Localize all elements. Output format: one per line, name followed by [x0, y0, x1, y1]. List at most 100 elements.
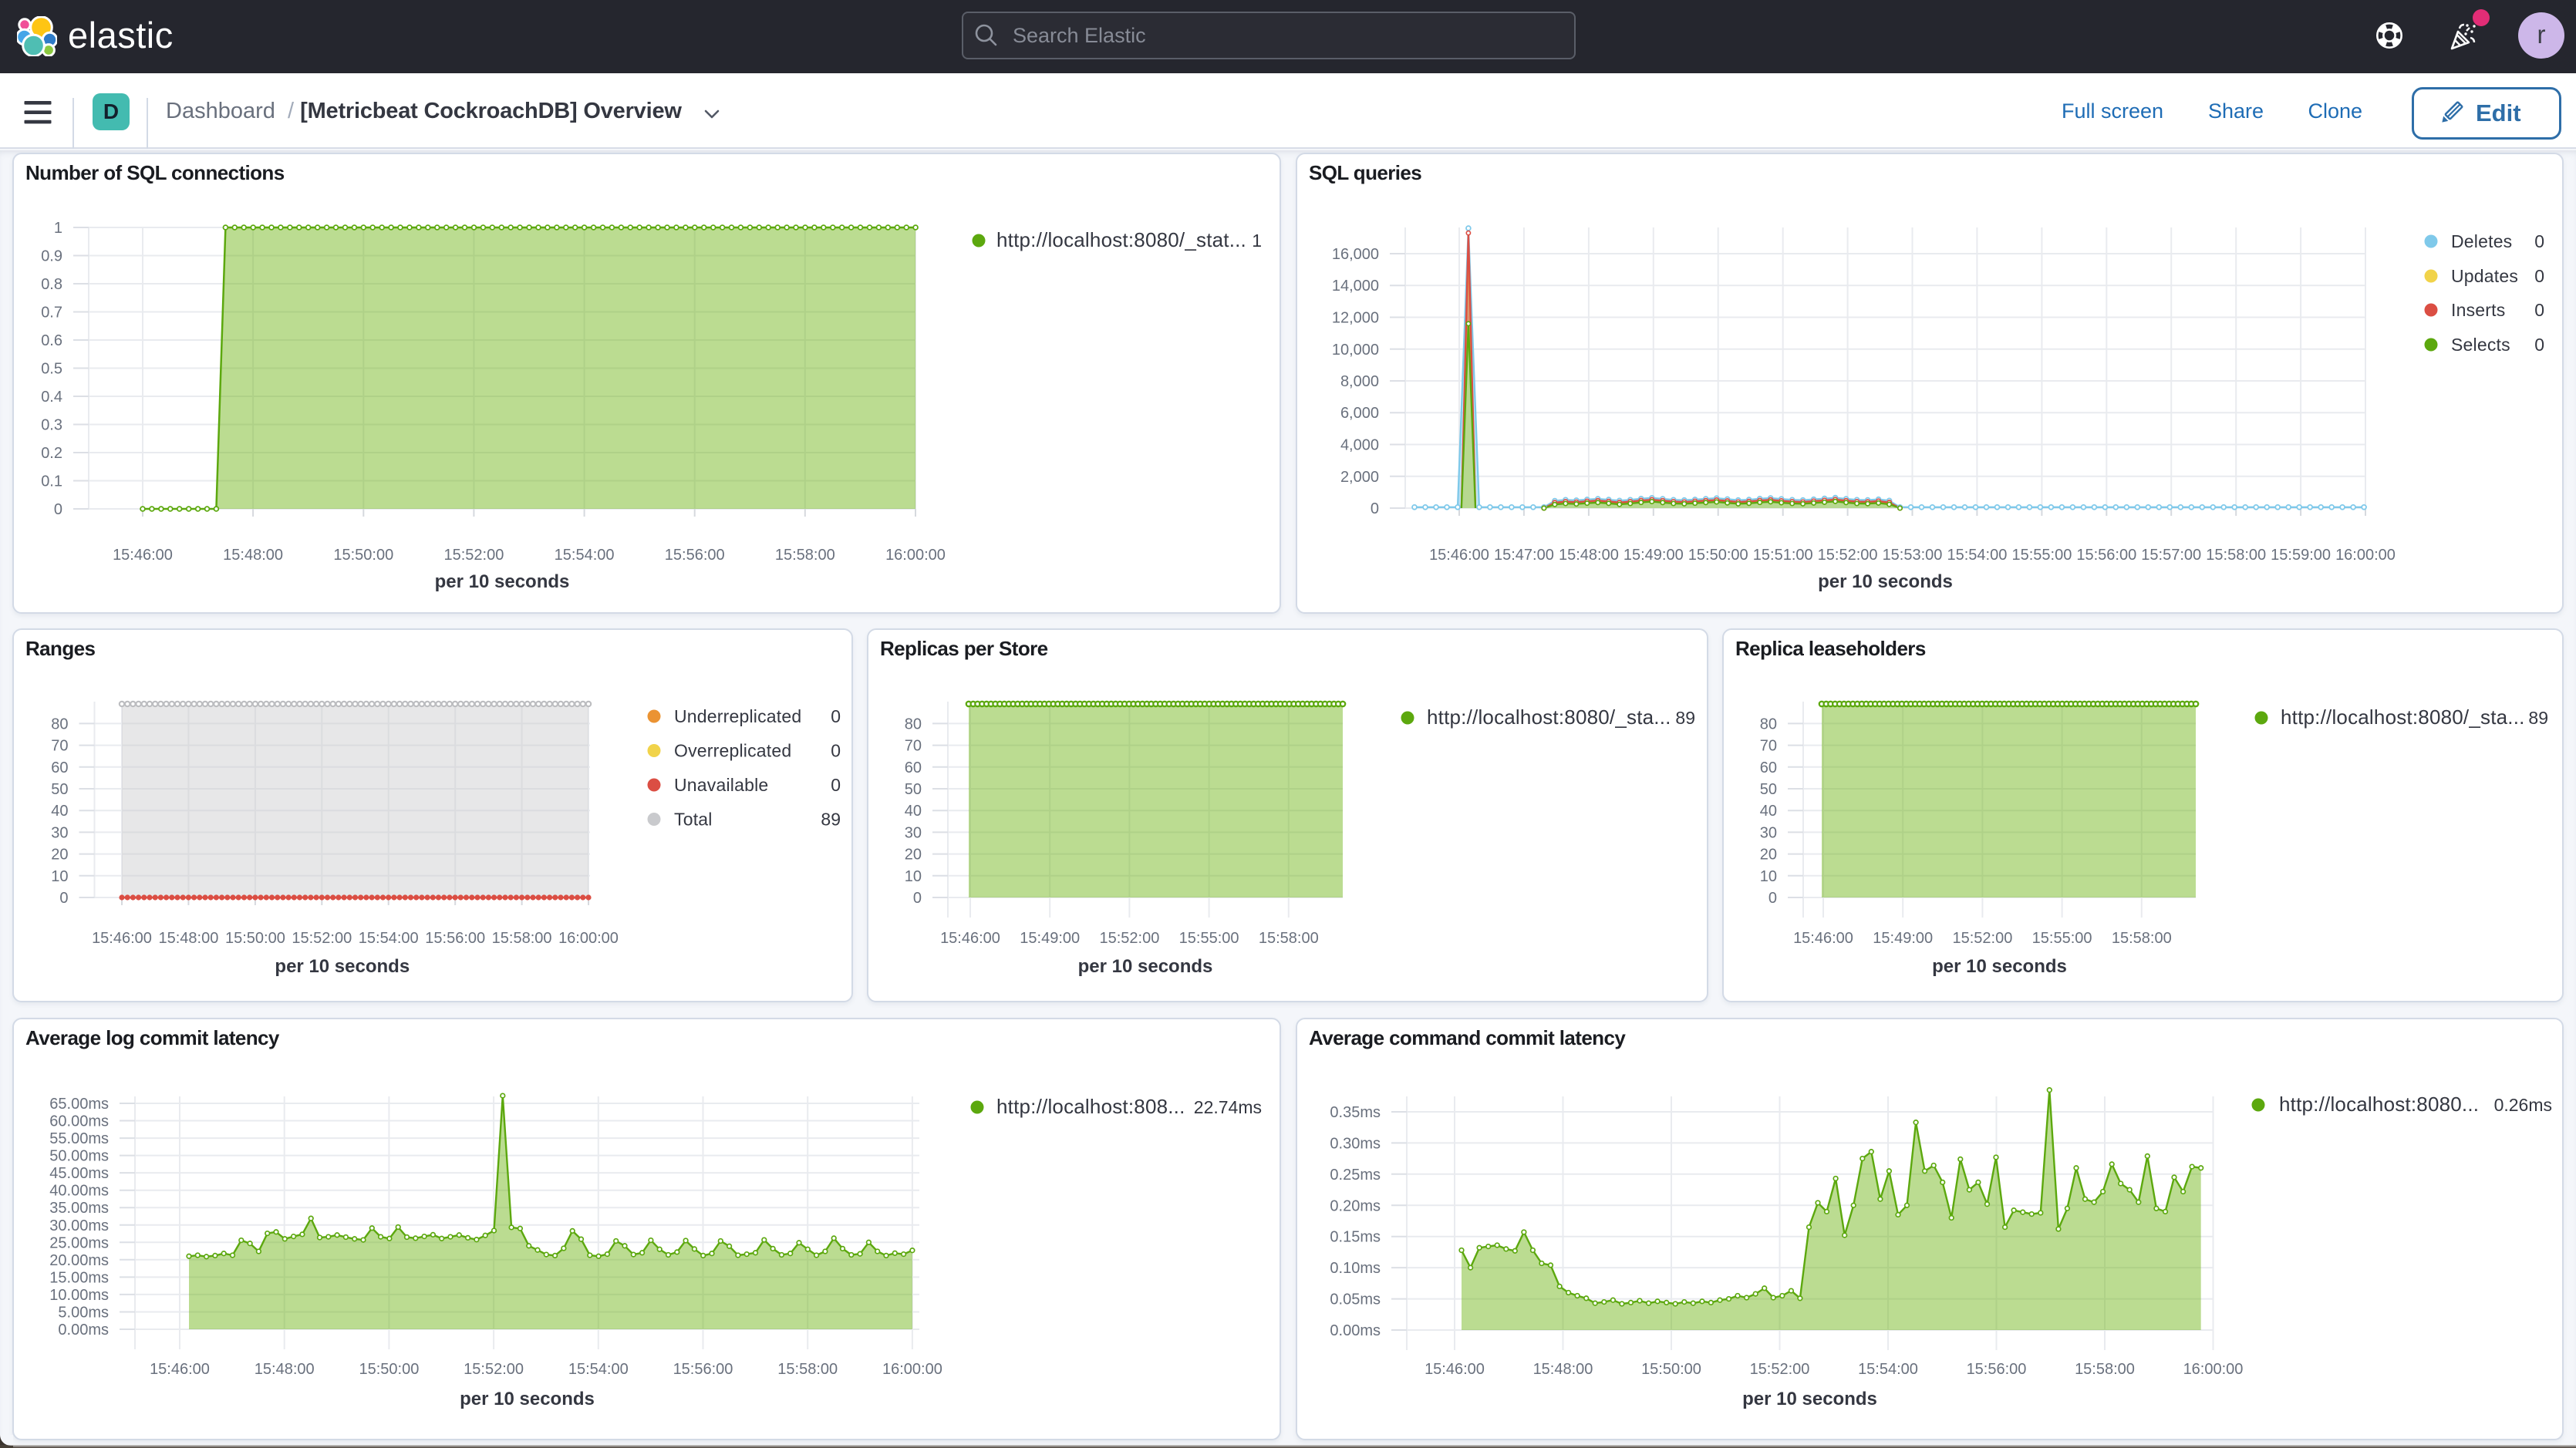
svg-text:40: 40: [51, 803, 68, 820]
svg-text:15:50:00: 15:50:00: [359, 1361, 419, 1378]
svg-text:0.4: 0.4: [41, 389, 62, 406]
svg-text:15:46:00: 15:46:00: [1429, 547, 1489, 564]
svg-text:15:49:00: 15:49:00: [1623, 547, 1684, 564]
svg-text:25.00ms: 25.00ms: [49, 1234, 109, 1251]
svg-text:http://localhost:8080/_stat...: http://localhost:8080/_stat...: [996, 228, 1246, 251]
svg-text:15:48:00: 15:48:00: [223, 547, 283, 564]
svg-text:0.25ms: 0.25ms: [1330, 1167, 1381, 1184]
svg-text:10.00ms: 10.00ms: [49, 1287, 109, 1304]
svg-text:15:58:00: 15:58:00: [1259, 930, 1319, 947]
svg-text:15:52:00: 15:52:00: [464, 1361, 524, 1378]
svg-text:35.00ms: 35.00ms: [49, 1200, 109, 1217]
svg-text:15:54:00: 15:54:00: [568, 1361, 629, 1378]
svg-text:15:46:00: 15:46:00: [1793, 930, 1853, 947]
svg-text:60: 60: [51, 759, 68, 776]
svg-text:0: 0: [831, 741, 841, 761]
svg-text:60: 60: [905, 759, 922, 776]
svg-text:15:46:00: 15:46:00: [150, 1361, 210, 1378]
svg-text:12,000: 12,000: [1332, 310, 1379, 327]
svg-text:15:56:00: 15:56:00: [1967, 1361, 2027, 1378]
svg-text:0.7: 0.7: [41, 305, 62, 322]
svg-text:55.00ms: 55.00ms: [49, 1130, 109, 1147]
svg-text:60: 60: [1760, 759, 1777, 776]
svg-text:0.05ms: 0.05ms: [1330, 1291, 1381, 1308]
svg-text:0: 0: [54, 501, 62, 518]
svg-text:40: 40: [905, 803, 922, 820]
svg-text:per 10 seconds: per 10 seconds: [1742, 1389, 1877, 1409]
svg-text:0.6: 0.6: [41, 332, 62, 349]
svg-text:http://localhost:8080/_sta...: http://localhost:8080/_sta...: [2281, 705, 2525, 729]
svg-text:50: 50: [905, 781, 922, 798]
svg-text:10: 10: [905, 868, 922, 885]
svg-text:30.00ms: 30.00ms: [49, 1217, 109, 1234]
svg-text:15:46:00: 15:46:00: [940, 930, 1000, 947]
svg-text:15:54:00: 15:54:00: [359, 930, 419, 947]
svg-text:80: 80: [905, 716, 922, 732]
svg-text:89: 89: [1675, 708, 1695, 728]
svg-text:45.00ms: 45.00ms: [49, 1165, 109, 1182]
svg-text:0: 0: [831, 706, 841, 726]
svg-text:15:52:00: 15:52:00: [1818, 547, 1878, 564]
svg-text:15:54:00: 15:54:00: [555, 547, 615, 564]
svg-text:30: 30: [905, 824, 922, 841]
svg-text:15:56:00: 15:56:00: [425, 930, 485, 947]
svg-text:0.00ms: 0.00ms: [58, 1322, 109, 1339]
svg-text:15:58:00: 15:58:00: [777, 1361, 838, 1378]
svg-text:15:49:00: 15:49:00: [1873, 930, 1933, 947]
svg-text:50: 50: [1760, 781, 1777, 798]
svg-text:0: 0: [2534, 231, 2544, 251]
svg-text:8,000: 8,000: [1340, 373, 1379, 390]
svg-text:70: 70: [51, 738, 68, 755]
svg-text:70: 70: [905, 738, 922, 755]
svg-text:89: 89: [821, 810, 841, 830]
svg-text:30: 30: [51, 824, 68, 841]
svg-text:15:50:00: 15:50:00: [1641, 1361, 1701, 1378]
svg-text:0.5: 0.5: [41, 361, 62, 378]
svg-text:15:55:00: 15:55:00: [2011, 547, 2072, 564]
svg-text:Total: Total: [674, 810, 713, 830]
svg-text:0.3: 0.3: [41, 417, 62, 434]
svg-text:2,000: 2,000: [1340, 469, 1379, 486]
svg-text:4,000: 4,000: [1340, 437, 1379, 454]
svg-text:15:52:00: 15:52:00: [1750, 1361, 1810, 1378]
svg-text:40.00ms: 40.00ms: [49, 1183, 109, 1200]
svg-text:Inserts: Inserts: [2451, 300, 2505, 320]
svg-text:20: 20: [1760, 847, 1777, 864]
svg-text:15:48:00: 15:48:00: [1533, 1361, 1593, 1378]
svg-text:Selects: Selects: [2451, 335, 2510, 355]
svg-text:0.30ms: 0.30ms: [1330, 1135, 1381, 1152]
svg-text:15:46:00: 15:46:00: [113, 547, 173, 564]
svg-text:15:53:00: 15:53:00: [1883, 547, 1943, 564]
svg-text:20: 20: [905, 847, 922, 864]
svg-text:per 10 seconds: per 10 seconds: [275, 956, 410, 977]
svg-text:15:58:00: 15:58:00: [775, 547, 835, 564]
svg-text:20: 20: [51, 847, 68, 864]
svg-text:16:00:00: 16:00:00: [2183, 1361, 2244, 1378]
svg-text:0: 0: [913, 890, 922, 907]
svg-text:0: 0: [2534, 266, 2544, 286]
svg-text:Deletes: Deletes: [2451, 231, 2512, 251]
svg-text:15:59:00: 15:59:00: [2271, 547, 2331, 564]
svg-text:0.2: 0.2: [41, 445, 62, 462]
svg-text:40: 40: [1760, 803, 1777, 820]
svg-text:http://localhost:8080...: http://localhost:8080...: [2279, 1093, 2479, 1116]
svg-text:15:52:00: 15:52:00: [1099, 930, 1159, 947]
svg-text:16:00:00: 16:00:00: [558, 930, 619, 947]
svg-text:0: 0: [831, 775, 841, 795]
svg-text:15:56:00: 15:56:00: [673, 1361, 733, 1378]
svg-text:0.26ms: 0.26ms: [2494, 1095, 2552, 1115]
svg-text:22.74ms: 22.74ms: [1194, 1097, 1262, 1117]
svg-text:16:00:00: 16:00:00: [885, 547, 946, 564]
svg-text:70: 70: [1760, 738, 1777, 755]
svg-text:80: 80: [51, 716, 68, 732]
svg-text:Updates: Updates: [2451, 266, 2518, 286]
svg-text:30: 30: [1760, 824, 1777, 841]
svg-text:0: 0: [2534, 335, 2544, 355]
svg-text:15:58:00: 15:58:00: [492, 930, 552, 947]
svg-text:60.00ms: 60.00ms: [49, 1113, 109, 1130]
svg-text:15:49:00: 15:49:00: [1020, 930, 1080, 947]
svg-text:0.00ms: 0.00ms: [1330, 1322, 1381, 1339]
svg-text:1: 1: [1252, 231, 1262, 251]
svg-text:15:48:00: 15:48:00: [158, 930, 218, 947]
svg-text:Overreplicated: Overreplicated: [674, 741, 791, 761]
